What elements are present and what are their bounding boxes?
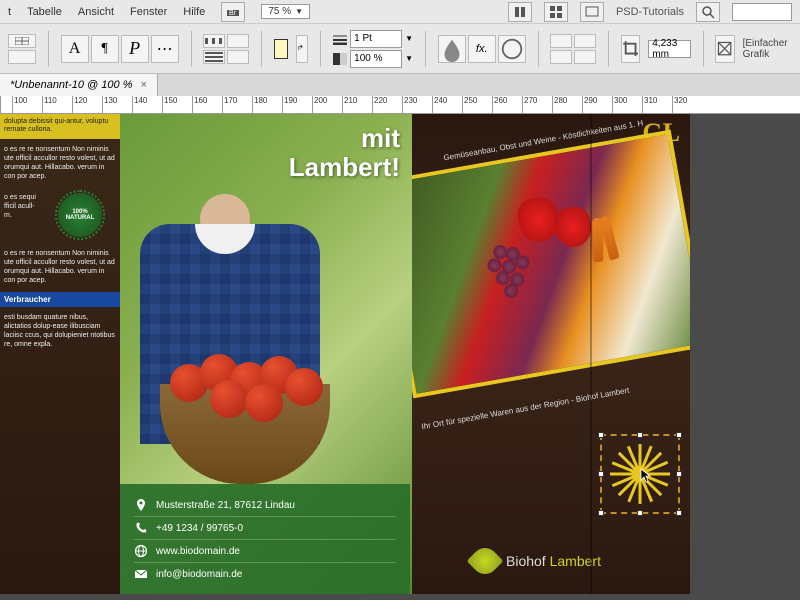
effect-misc-icon[interactable] [498, 35, 526, 63]
body-text-1: o es re re nonsentum Non niminis ute off… [0, 139, 120, 187]
right-page: GL Gemüseanbau, Obst und Weine - Köstlic… [412, 114, 690, 594]
contact-address-row: Musterstraße 21, 87612 Lindau [134, 494, 396, 517]
anchor-grid-icon[interactable] [8, 34, 36, 48]
control-toolbar: A ¶ P ⋯ 1 Pt ▼ 100 % ▼ fx. [0, 24, 800, 74]
menu-tabelle[interactable]: Tabelle [27, 6, 62, 18]
body-text-3: o es re re nonsentum Non niminis ute off… [0, 243, 120, 291]
char-tool-a-icon[interactable]: A [61, 35, 89, 63]
stroke-weight-input[interactable]: 1 Pt [350, 30, 402, 48]
globe-icon [134, 544, 148, 558]
menu-t[interactable]: t [8, 6, 11, 18]
body-text-2: o es sequi fficil acull- m. [0, 187, 40, 243]
swap-colors-icon[interactable] [296, 35, 309, 63]
brand-label: PSD-Tutorials [616, 6, 684, 18]
diagonal-tagline-bottom: Ihr Ort für spezielle Waren aus der Regi… [421, 386, 630, 431]
contact-email-row: info@biodomain.de [134, 563, 396, 585]
fx-icon[interactable]: fx. [468, 35, 496, 63]
cursor-icon [640, 468, 652, 484]
screen-mode-icon[interactable] [580, 2, 604, 22]
stroke-weight-icon [333, 33, 347, 45]
align-group1-icon[interactable] [227, 34, 249, 48]
graphic-frame-label: [Einfacher Grafik [743, 38, 792, 60]
opacity-icon [333, 53, 347, 65]
natural-badge-icon: 100% NATURAL [58, 193, 102, 237]
tab-active[interactable]: *Unbenannt-10 @ 100 % × [0, 74, 158, 96]
tool-ellipsis-icon[interactable]: ⋯ [151, 35, 179, 63]
chevron-down-icon[interactable]: ▼ [405, 34, 413, 43]
wrap-option4-icon[interactable] [574, 50, 596, 64]
selected-sun-object[interactable] [600, 434, 680, 514]
fill-color-swatch[interactable] [274, 39, 288, 59]
canvas-area[interactable]: dolupta debissit qui-antur, voluptu rern… [0, 114, 800, 600]
chevron-down-icon[interactable]: ▼ [405, 54, 413, 63]
document-spread: dolupta debissit qui-antur, voluptu rern… [0, 114, 700, 594]
menu-ansicht[interactable]: Ansicht [78, 6, 114, 18]
wrap-option2-icon[interactable] [550, 50, 572, 64]
effect-drop-icon[interactable] [438, 35, 466, 63]
left-panel: dolupta debissit qui-antur, voluptu rern… [0, 114, 120, 594]
search-input[interactable] [732, 3, 792, 21]
para-tool-icon[interactable]: ¶ [91, 35, 119, 63]
horizontal-ruler[interactable]: 100 110 120 130 140 150 160 170 180 190 … [0, 96, 800, 114]
contact-phone-row: +49 1234 / 99765-0 [134, 517, 396, 540]
xy-fields-icon[interactable] [8, 50, 36, 64]
zoom-level-dropdown[interactable]: 75 %▼ [261, 4, 310, 19]
body-text-4: esti busdam quature nibus, alictatios do… [0, 307, 120, 355]
wrap-option1-icon[interactable] [550, 34, 572, 48]
phone-icon [134, 521, 148, 535]
distribute-h-icon[interactable] [203, 34, 225, 48]
tab-title: *Unbenannt-10 @ 100 % [10, 79, 132, 91]
close-icon[interactable]: × [140, 79, 146, 91]
view-mode-icon[interactable] [508, 2, 532, 22]
mail-icon [134, 567, 148, 581]
frame-options-icon[interactable] [715, 35, 734, 63]
leaf-icon [467, 543, 504, 580]
arrange-icon[interactable] [544, 2, 568, 22]
bridge-icon[interactable]: Br [221, 2, 245, 22]
document-tabs: *Unbenannt-10 @ 100 % × [0, 74, 800, 96]
distribute-v-icon[interactable] [203, 50, 225, 64]
search-icon[interactable] [696, 2, 720, 22]
contact-web-row: www.biodomain.de [134, 540, 396, 563]
yellow-callout: dolupta debissit qui-antur, voluptu rern… [0, 114, 120, 139]
char-tool-p-icon[interactable]: P [121, 35, 149, 63]
blue-heading: Verbraucher [0, 292, 120, 307]
wrap-option3-icon[interactable] [574, 34, 596, 48]
crop-icon[interactable] [621, 35, 640, 63]
pin-icon [134, 498, 148, 512]
menu-hilfe[interactable]: Hilfe [183, 6, 205, 18]
align-group2-icon[interactable] [227, 50, 249, 64]
opacity-input[interactable]: 100 % [350, 50, 402, 68]
logo: Biohof Lambert [472, 548, 601, 574]
menu-fenster[interactable]: Fenster [130, 6, 167, 18]
measure-input[interactable]: 4,233 mm [648, 40, 690, 58]
menu-bar: t Tabelle Ansicht Fenster Hilfe Br 75 %▼… [0, 0, 800, 24]
page-edge [590, 114, 592, 594]
contact-box: Musterstraße 21, 87612 Lindau +49 1234 /… [120, 484, 410, 594]
headline: mit Lambert! [289, 124, 400, 181]
vegetable-photo [412, 130, 690, 399]
svg-text:Br: Br [229, 10, 237, 17]
